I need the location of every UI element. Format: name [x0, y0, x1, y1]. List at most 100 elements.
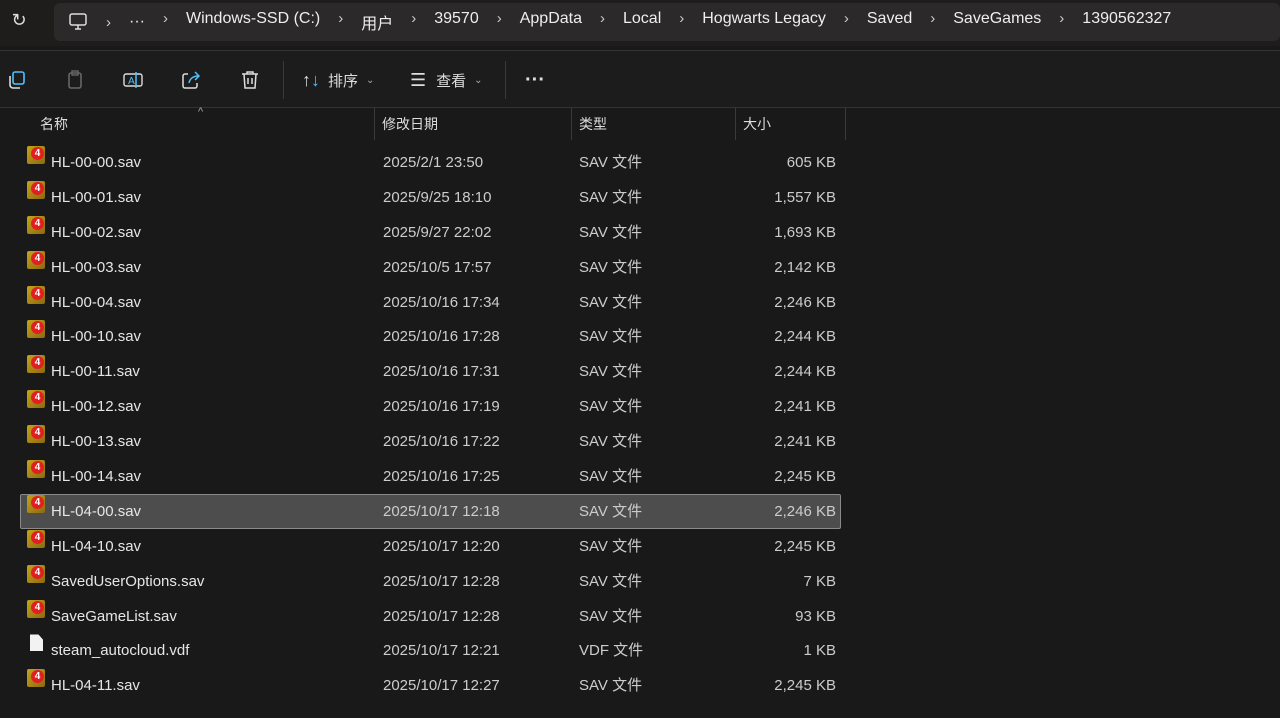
game-save-icon — [27, 250, 45, 269]
file-type: SAV 文件 — [579, 223, 643, 241]
game-save-icon — [27, 215, 45, 234]
file-type: SAV 文件 — [579, 572, 643, 590]
toolbar: A ↑↓ 排序 ⌄ ☰ 查看 ⌄ ··· — [0, 50, 1280, 108]
file-row[interactable]: HL-00-01.sav 2025/9/25 18:10 SAV 文件 1,557 K… — [20, 180, 841, 215]
column-size[interactable]: 大小 — [736, 108, 846, 140]
file-name: HL-04-00.sav — [51, 502, 142, 520]
more-options-button[interactable]: ··· — [525, 67, 545, 93]
view-button[interactable]: ☰ 查看 ⌄ — [410, 67, 483, 93]
file-row[interactable]: HL-00-04.sav 2025/10/16 17:34 SAV 文件 2,246 … — [20, 285, 841, 320]
file-type: SAV 文件 — [579, 502, 643, 520]
file-type: SAV 文件 — [579, 154, 643, 171]
document-icon — [30, 634, 43, 652]
file-size: 2,241 KB — [774, 398, 836, 416]
column-name[interactable]: 名称 ^ — [0, 106, 375, 140]
file-row[interactable]: HL-04-10.sav 2025/10/17 12:20 SAV 文件 2,245 … — [20, 529, 841, 564]
file-date: 2025/10/17 12:21 — [383, 642, 500, 660]
file-type: SAV 文件 — [579, 607, 643, 625]
delete-button[interactable] — [239, 67, 261, 93]
file-row[interactable]: HL-00-00.sav 2025/2/1 23:50 SAV 文件 605 KB — [20, 145, 841, 180]
breadcrumb-item[interactable]: 39570 — [434, 10, 479, 34]
more-crumbs-button[interactable]: ··· — [129, 13, 145, 31]
file-name: HL-00-13.sav — [51, 433, 142, 451]
column-date[interactable]: 修改日期 — [375, 108, 572, 140]
breadcrumb-item[interactable]: AppData — [520, 10, 582, 34]
copy-button[interactable] — [6, 67, 28, 93]
file-row[interactable]: HL-04-00.sav 2025/10/17 12:18 SAV 文件 2,246 … — [20, 493, 841, 529]
breadcrumb-item[interactable]: Local — [623, 10, 661, 34]
file-date: 2025/2/1 23:50 — [383, 154, 484, 171]
file-type: SAV 文件 — [579, 677, 643, 695]
file-row[interactable]: HL-00-03.sav 2025/10/5 17:57 SAV 文件 2,142 K… — [20, 250, 841, 285]
computer-icon[interactable] — [68, 12, 88, 32]
file-size: 93 KB — [795, 607, 836, 625]
file-row[interactable]: SaveGameList.sav 2025/10/17 12:28 SAV 文件 93… — [20, 599, 841, 634]
file-list: HL-00-00.sav2025/2/1 23:50SAV 文件605 KBHL… — [20, 145, 841, 703]
file-size: 2,246 KB — [774, 293, 836, 311]
file-size: 2,142 KB — [774, 258, 836, 276]
file-date: 2025/10/16 17:25 — [383, 468, 500, 486]
file-date: 2025/10/16 17:28 — [383, 328, 500, 346]
file-type: SAV 文件 — [579, 293, 643, 311]
file-size: 605 KB — [786, 154, 836, 171]
file-date: 2025/10/16 17:22 — [383, 433, 500, 451]
breadcrumb-item[interactable]: 1390562327 — [1082, 10, 1171, 34]
file-row[interactable]: HL-00-14.sav 2025/10/16 17:25 SAV 文件 2,245 … — [20, 459, 841, 494]
file-row[interactable]: HL-00-02.sav 2025/9/27 22:02 SAV 文件 1,693 K… — [20, 215, 841, 250]
file-type: SAV 文件 — [579, 328, 643, 346]
file-name: SavedUserOptions.sav — [51, 572, 205, 590]
file-name: HL-00-03.sav — [51, 258, 142, 276]
file-size: 2,244 KB — [774, 363, 836, 381]
file-date: 2025/10/17 12:18 — [383, 502, 500, 520]
file-name: SaveGameList.sav — [51, 607, 177, 625]
breadcrumb[interactable]: › ··· › Windows-SSD (C:) › 用户 › 39570 › AppData… — [54, 3, 1280, 41]
file-row[interactable]: steam_autocloud.vdf 2025/10/17 12:21 VDF 文… — [20, 633, 841, 668]
rename-icon: A — [123, 72, 143, 88]
file-row[interactable]: HL-00-13.sav 2025/10/16 17:22 SAV 文件 2,241 … — [20, 424, 841, 459]
file-type: SAV 文件 — [579, 258, 643, 276]
file-date: 2025/10/17 12:28 — [383, 607, 500, 625]
breadcrumb-item[interactable]: 用户 — [361, 10, 393, 34]
file-size: 7 KB — [803, 572, 836, 590]
file-size: 2,244 KB — [774, 328, 836, 346]
breadcrumb-item[interactable]: Saved — [867, 10, 912, 34]
file-date: 2025/10/5 17:57 — [383, 258, 492, 276]
file-name: HL-00-04.sav — [51, 293, 142, 311]
file-row[interactable]: HL-00-11.sav 2025/10/16 17:31 SAV 文件 2,244 … — [20, 354, 841, 389]
file-row[interactable]: HL-04-11.sav 2025/10/17 12:27 SAV 文件 2,245 … — [20, 668, 841, 703]
file-name: HL-00-02.sav — [51, 223, 142, 241]
file-name: HL-00-11.sav — [51, 363, 140, 381]
chevron-right-icon: › — [843, 10, 849, 27]
divider — [505, 61, 506, 99]
file-date: 2025/10/16 17:19 — [383, 398, 500, 416]
file-size: 1,693 KB — [774, 223, 836, 241]
file-type: SAV 文件 — [579, 188, 643, 206]
file-row[interactable]: HL-00-10.sav 2025/10/16 17:28 SAV 文件 2,244 … — [20, 319, 841, 354]
file-name: HL-04-11.sav — [51, 677, 140, 695]
chevron-right-icon: › — [411, 10, 417, 27]
svg-text:A: A — [128, 76, 135, 87]
game-save-icon — [27, 146, 45, 164]
file-row[interactable]: SavedUserOptions.sav 2025/10/17 12:28 SAV … — [20, 564, 841, 599]
file-size: 2,246 KB — [774, 502, 836, 520]
share-button[interactable] — [180, 67, 202, 93]
file-type: SAV 文件 — [579, 433, 643, 451]
game-save-icon — [27, 669, 45, 688]
game-save-icon — [27, 390, 45, 409]
file-size: 2,241 KB — [774, 433, 836, 451]
column-type[interactable]: 类型 — [572, 108, 736, 140]
paste-button[interactable] — [64, 67, 86, 93]
refresh-icon[interactable]: ↻ — [8, 10, 30, 32]
file-row[interactable]: HL-00-12.sav 2025/10/16 17:19 SAV 文件 2,241 … — [20, 389, 841, 424]
breadcrumb-item[interactable]: SaveGames — [953, 10, 1041, 34]
sort-icon: ↑↓ — [302, 69, 320, 90]
breadcrumb-item[interactable]: Windows-SSD (C:) — [186, 10, 320, 34]
chevron-right-icon: › — [930, 10, 936, 27]
game-save-icon — [27, 320, 45, 339]
file-name: HL-00-14.sav — [51, 468, 142, 486]
rename-button[interactable]: A — [122, 67, 144, 93]
breadcrumb-item[interactable]: Hogwarts Legacy — [702, 10, 826, 34]
file-date: 2025/9/25 18:10 — [383, 188, 492, 206]
game-save-icon — [27, 564, 45, 583]
sort-button[interactable]: ↑↓ 排序 ⌄ — [302, 67, 374, 93]
